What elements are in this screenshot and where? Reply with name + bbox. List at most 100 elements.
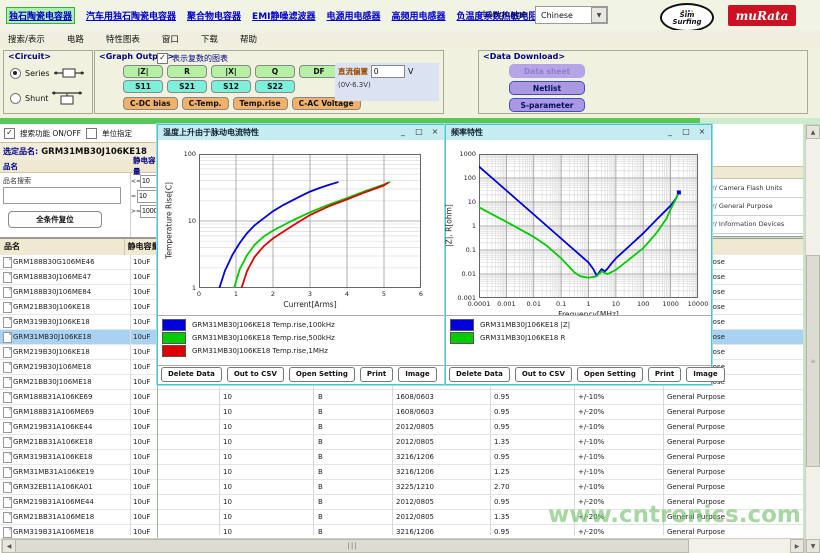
scroll-right-button[interactable]: ▶ — [790, 539, 804, 553]
nav-item-3[interactable]: EMI静噪滤波器 — [252, 9, 315, 22]
out-to-csv-button[interactable]: Out to CSV — [227, 367, 284, 382]
menu-item-4[interactable]: 下载 — [201, 33, 218, 45]
char-button-2[interactable]: Temp.rise — [233, 97, 288, 110]
part-list-row-1[interactable]: GRM188B30J106ME4710uF — [0, 270, 157, 285]
sparam-button-2[interactable]: S12 — [211, 80, 251, 93]
document-icon — [3, 482, 12, 493]
part-list-row-3[interactable]: GRM21BB30J106KE1810uF — [0, 300, 157, 315]
reset-conditions-button[interactable]: 全条件复位 — [8, 211, 102, 228]
menu-item-2[interactable]: 特性图表 — [106, 33, 140, 45]
sparam-button-3[interactable]: S22 — [255, 80, 295, 93]
cap-op-0: <= — [131, 178, 139, 185]
nav-item-5[interactable]: 高频用电感器 — [392, 9, 446, 22]
part-list-row-6[interactable]: GRM219B30J106KE1810uF — [0, 345, 157, 360]
s-parameter-button[interactable]: S-parameter — [509, 98, 585, 112]
series-radio[interactable] — [10, 68, 21, 79]
delete-data-button[interactable]: Delete Data — [161, 367, 222, 382]
part-list-row-10[interactable]: GRM188B31A106ME6910uF — [0, 405, 157, 420]
dc-bias-input[interactable] — [371, 65, 405, 78]
circuit-option-shunt[interactable]: Shunt — [10, 89, 82, 107]
minimize-icon[interactable]: _ — [664, 126, 676, 138]
part-capacitance: 10uF — [133, 285, 150, 299]
part-number: GRM219B30J106ME18 — [13, 360, 91, 374]
out-to-csv-button[interactable]: Out to CSV — [515, 367, 572, 382]
part-capacitance: 10uF — [133, 345, 150, 359]
scroll-left-button[interactable]: ◀ — [2, 539, 16, 553]
scroll-up-button[interactable]: ▲ — [806, 125, 820, 139]
selected-part-label: 选定品名: — [3, 146, 38, 157]
close-icon[interactable]: × — [696, 126, 708, 138]
netlist-button[interactable]: Netlist — [509, 81, 585, 95]
menu-item-1[interactable]: 电路 — [67, 33, 84, 45]
sparam-button-1[interactable]: S21 — [167, 80, 207, 93]
char-button-0[interactable]: C-DC bias — [123, 97, 178, 110]
part-list-row-2[interactable]: GRM188B30J106ME8410uF — [0, 285, 157, 300]
cell-voltage: 10 — [223, 405, 232, 419]
search-onoff-checkbox[interactable]: ✓ — [4, 128, 15, 139]
char-button-1[interactable]: C-Temp. — [182, 97, 229, 110]
part-list-row-11[interactable]: GRM219B31A106KE4410uF — [0, 420, 157, 435]
cell-application: General Purpose — [667, 435, 725, 449]
cell-tolerance: +/-20% — [578, 405, 604, 419]
minimize-icon[interactable]: _ — [397, 126, 409, 138]
param-button-2[interactable]: |X| — [211, 65, 251, 78]
print-button[interactable]: Print — [648, 367, 681, 382]
horizontal-scrollbar[interactable]: ◀ ┃┃┃ ▶ — [1, 538, 805, 553]
unit-spec-checkbox[interactable] — [86, 128, 97, 139]
part-list-row-8[interactable]: GRM21BB30J106ME1810uF — [0, 375, 157, 390]
delete-data-button[interactable]: Delete Data — [449, 367, 510, 382]
open-setting-button[interactable]: Open Setting — [577, 367, 643, 382]
part-number: GRM32EB11A106KA01 — [13, 480, 93, 494]
close-icon[interactable]: × — [429, 126, 441, 138]
part-list-row-4[interactable]: GRM319B30J106KE1810uF — [0, 315, 157, 330]
part-list-row-16[interactable]: GRM219B31A106ME4410uF — [0, 495, 157, 510]
nav-item-1[interactable]: 汽车用独石陶瓷电容器 — [86, 9, 176, 22]
part-list-row-15[interactable]: GRM32EB11A106KA0110uF — [0, 480, 157, 495]
temp-rise-window-titlebar[interactable]: 温度上升由于脉动电流特性 _ □ × — [158, 125, 444, 141]
search-panel: ✓ 搜索功能 ON/OFF 单位指定 选定品名: GRM31MB30J106KE… — [0, 124, 158, 553]
part-list-row-7[interactable]: GRM219B30J106ME1810uF — [0, 360, 157, 375]
frequency-window-titlebar[interactable]: 频率特性 _ □ × — [446, 125, 711, 141]
nav-item-4[interactable]: 电源用电感器 — [327, 9, 381, 22]
param-button-4[interactable]: DF — [299, 65, 339, 78]
menu-item-0[interactable]: 搜索/表示 — [8, 33, 45, 45]
param-button-0[interactable]: |Z| — [123, 65, 163, 78]
maximize-icon[interactable]: □ — [680, 126, 692, 138]
param-button-3[interactable]: Q — [255, 65, 295, 78]
sparam-button-0[interactable]: S11 — [123, 80, 163, 93]
language-dropdown[interactable]: Chinese ▼ — [535, 6, 608, 24]
part-list-row-17[interactable]: GRM21BB31A106ME1810uF — [0, 510, 157, 525]
nav-item-2[interactable]: 聚合物电容器 — [187, 9, 241, 22]
part-list-row-0[interactable]: GRM188B30G106ME4610uF — [0, 255, 157, 270]
part-number: GRM31MB31A106KE19 — [13, 465, 94, 479]
menu-item-5[interactable]: 帮助 — [240, 33, 257, 45]
show-multiple-graphs-option[interactable]: ✓ 表示复数的图表 — [157, 53, 228, 64]
part-list-divider — [130, 255, 131, 535]
part-list-row-9[interactable]: GRM188B31A106KE6910uF — [0, 390, 157, 405]
param-button-1[interactable]: R — [167, 65, 207, 78]
part-list-row-5[interactable]: GRM31MB30J106KE1810uF — [0, 330, 157, 345]
part-number: GRM188B30J106ME47 — [13, 270, 91, 284]
image-button[interactable]: Image — [686, 367, 724, 382]
image-button[interactable]: Image — [398, 367, 436, 382]
part-list-row-12[interactable]: GRM21BB31A106KE1810uF — [0, 435, 157, 450]
menu-item-3[interactable]: 窗口 — [162, 33, 179, 45]
show-multiple-graphs-checkbox[interactable]: ✓ — [157, 53, 168, 64]
document-icon — [3, 527, 12, 538]
chevron-down-icon[interactable]: ▼ — [591, 7, 607, 23]
shunt-radio[interactable] — [10, 93, 21, 104]
document-icon — [3, 422, 12, 433]
vertical-scroll-thumb[interactable]: ≡ — [806, 255, 820, 467]
nav-item-0[interactable]: 独石陶瓷电容器 — [6, 7, 75, 24]
horizontal-scroll-thumb[interactable]: ┃┃┃ — [15, 539, 689, 553]
circuit-option-series[interactable]: Series — [10, 66, 84, 80]
part-name-search-input[interactable] — [3, 187, 121, 204]
vertical-scrollbar[interactable]: ▲ ≡ ▼ — [805, 124, 820, 553]
print-button[interactable]: Print — [360, 367, 393, 382]
maximize-icon[interactable]: □ — [413, 126, 425, 138]
part-list-row-13[interactable]: GRM319B31A106KE1810uF — [0, 450, 157, 465]
scroll-down-button[interactable]: ▼ — [806, 539, 820, 553]
open-setting-button[interactable]: Open Setting — [289, 367, 355, 382]
document-icon — [3, 452, 12, 463]
part-list-row-14[interactable]: GRM31MB31A106KE1910uF — [0, 465, 157, 480]
